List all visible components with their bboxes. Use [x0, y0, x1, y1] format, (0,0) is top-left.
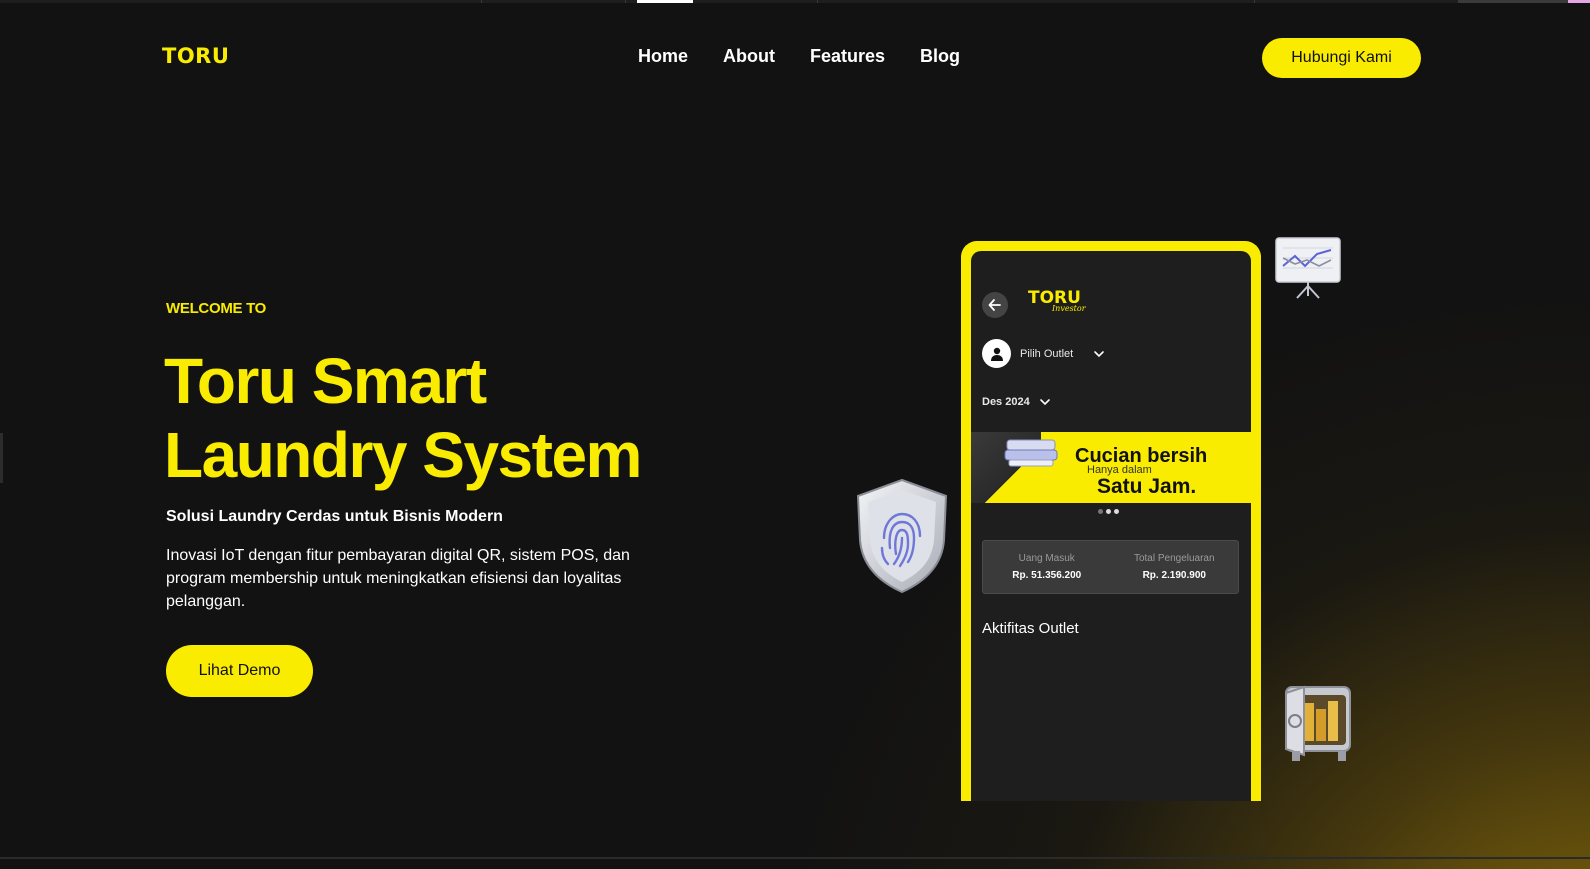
stat-value: Rp. 2.190.900 — [1142, 570, 1206, 581]
outlet-selector[interactable]: Pilih Outlet — [982, 339, 1106, 368]
phone-mockup: TORU Investor Pilih Outlet Des 2024 Cuci… — [961, 241, 1261, 801]
nav-about[interactable]: About — [723, 46, 775, 67]
fingerprint-shield-icon — [856, 478, 948, 594]
app-logo-tag: Investor — [1052, 304, 1086, 313]
main-nav: Home About Features Blog — [638, 46, 960, 67]
left-edge-handle — [0, 433, 3, 483]
folded-laundry-image — [1004, 439, 1058, 467]
bottom-divider — [0, 857, 1590, 859]
contact-button[interactable]: Hubungi Kami — [1262, 38, 1421, 78]
stat-income: Uang Masuk Rp. 51.356.200 — [983, 541, 1111, 593]
nav-blog[interactable]: Blog — [920, 46, 960, 67]
stat-label: Uang Masuk — [1018, 553, 1075, 564]
phone-screen: TORU Investor Pilih Outlet Des 2024 Cuci… — [971, 251, 1251, 801]
banner-line-1: Cucian bersih — [1075, 445, 1208, 467]
chevron-down-icon — [1039, 399, 1050, 406]
hero-title-line-2: Laundry System — [164, 419, 642, 491]
see-demo-button[interactable]: Lihat Demo — [166, 645, 313, 697]
period-label: Des 2024 — [982, 396, 1030, 408]
nav-home[interactable]: Home — [638, 46, 688, 67]
finance-summary-card: Uang Masuk Rp. 51.356.200 Total Pengelua… — [982, 540, 1239, 594]
activity-title: Aktifitas Outlet — [982, 620, 1079, 637]
app-logo: TORU Investor — [1028, 289, 1086, 313]
nav-features[interactable]: Features — [810, 46, 885, 67]
chevron-down-icon — [1094, 350, 1105, 357]
user-icon — [990, 347, 1003, 361]
user-avatar — [982, 339, 1011, 368]
banner-line-3: Satu Jam. — [1097, 475, 1197, 498]
carousel-dot[interactable] — [1098, 509, 1103, 514]
hero-title: Toru Smart Laundry System — [164, 344, 724, 492]
arrow-left-icon — [988, 299, 1001, 311]
hero-subtitle: Solusi Laundry Cerdas untuk Bisnis Moder… — [166, 508, 503, 525]
hero-eyebrow: WELCOME TO — [166, 300, 267, 317]
carousel-dot[interactable] — [1114, 509, 1119, 514]
hero-description: Inovasi IoT dengan fitur pembayaran digi… — [166, 547, 630, 610]
stat-value: Rp. 51.356.200 — [1012, 570, 1082, 581]
stat-expense: Total Pengeluaran Rp. 2.190.900 — [1111, 541, 1239, 593]
safe-icon — [1285, 685, 1351, 761]
stat-label: Total Pengeluaran — [1133, 553, 1215, 564]
carousel-dot-active[interactable] — [1106, 509, 1111, 514]
back-button[interactable] — [982, 292, 1008, 318]
brand-logo[interactable]: TORU — [162, 44, 229, 68]
carousel-dots[interactable] — [1098, 509, 1119, 514]
site-header: TORU Home About Features Blog Hubungi Ka… — [0, 0, 1590, 112]
hero-title-line-1: Toru Smart — [164, 345, 487, 417]
period-selector[interactable]: Des 2024 — [982, 396, 1052, 408]
outlet-label: Pilih Outlet — [1020, 347, 1074, 360]
promo-banner[interactable]: Cucian bersih Hanya dalam Satu Jam. — [971, 432, 1251, 503]
chart-board-icon — [1275, 237, 1341, 299]
